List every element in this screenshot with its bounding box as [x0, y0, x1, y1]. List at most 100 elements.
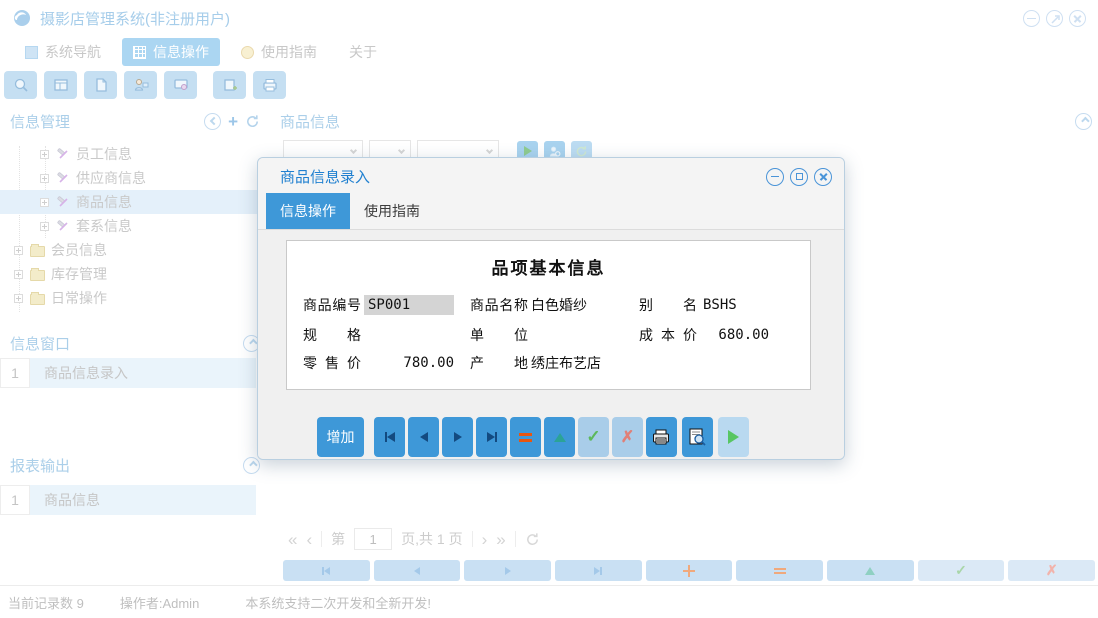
- prev-record-button[interactable]: [374, 560, 461, 581]
- first-page-icon[interactable]: «: [288, 531, 297, 548]
- menu-about[interactable]: 关于: [338, 38, 388, 66]
- confirm-button[interactable]: ✓: [578, 417, 609, 457]
- page-input[interactable]: [354, 528, 392, 550]
- person-network-button[interactable]: [124, 71, 157, 99]
- collapse-up-icon[interactable]: [243, 457, 260, 474]
- add-node-icon[interactable]: +: [228, 113, 238, 130]
- tree-label: 会员信息: [51, 240, 107, 260]
- refresh-icon[interactable]: [245, 114, 260, 129]
- document-add-button[interactable]: [213, 71, 246, 99]
- dialog-tab-bar: 信息操作 使用指南: [258, 195, 844, 230]
- row-label: 商品信息: [30, 485, 256, 515]
- alias-field[interactable]: BSHS: [703, 297, 769, 313]
- expand-icon[interactable]: [40, 150, 49, 159]
- prev-record-button[interactable]: [408, 417, 439, 457]
- expand-icon[interactable]: [14, 246, 23, 255]
- title-bar: 摄影店管理系统(非注册用户): [0, 0, 1098, 36]
- collapse-up-icon[interactable]: [1075, 113, 1092, 130]
- next-record-icon: [505, 567, 511, 575]
- pagination-bar: « ‹ 第 页,共 1 页 › »: [288, 528, 540, 550]
- info-tree: 员工信息 供应商信息 商品信息 套系信息 会员信息 库存管理: [0, 142, 270, 310]
- prev-record-icon: [414, 567, 420, 575]
- edit-icon: [865, 567, 875, 575]
- next-record-button[interactable]: [464, 560, 551, 581]
- edit-record-button[interactable]: [544, 417, 575, 457]
- tab-user-guide[interactable]: 使用指南: [350, 193, 434, 229]
- menu-bar: 系统导航 信息操作 使用指南 关于: [14, 38, 388, 66]
- prev-page-icon[interactable]: ‹: [306, 531, 312, 548]
- tree-item-daily-operations[interactable]: 日常操作: [0, 286, 270, 310]
- record-nav-toolbar: ✓ ✗: [283, 560, 1095, 581]
- window-close-icon[interactable]: [1069, 10, 1086, 27]
- dialog-close-icon[interactable]: [814, 168, 832, 186]
- tree-item-inventory-mgmt[interactable]: 库存管理: [0, 262, 270, 286]
- tree-item-employee-info[interactable]: 员工信息: [0, 142, 270, 166]
- print-preview-button[interactable]: [682, 417, 713, 457]
- tree-item-member-info[interactable]: 会员信息: [0, 238, 270, 262]
- section-title: 信息窗口: [10, 333, 70, 354]
- document-button[interactable]: [84, 71, 117, 99]
- product-name-field[interactable]: 白色婚纱: [531, 295, 635, 315]
- menu-info-operations[interactable]: 信息操作: [122, 38, 220, 66]
- system-note: 本系统支持二次开发和全新开发!: [245, 593, 431, 612]
- dialog-minimize-icon[interactable]: [766, 168, 784, 186]
- expand-icon[interactable]: [40, 198, 49, 207]
- remove-record-button[interactable]: [510, 417, 541, 457]
- tool-icon: [56, 147, 70, 161]
- folder-icon: [30, 268, 45, 281]
- tree-label: 日常操作: [51, 288, 107, 308]
- expand-icon[interactable]: [14, 270, 23, 279]
- confirm-icon: ✓: [586, 427, 600, 447]
- monitor-button[interactable]: [164, 71, 197, 99]
- next-page-icon[interactable]: ›: [482, 531, 488, 548]
- next-record-button[interactable]: [442, 417, 473, 457]
- collapse-left-icon[interactable]: [204, 113, 221, 130]
- confirm-button[interactable]: ✓: [918, 560, 1005, 581]
- run-button[interactable]: [718, 417, 749, 457]
- field-label-cost-price: 成本价: [639, 325, 697, 345]
- refresh-page-icon[interactable]: [525, 532, 540, 547]
- panel-title: 商品信息: [280, 111, 340, 132]
- window-maximize-icon[interactable]: [1046, 10, 1063, 27]
- product-no-field[interactable]: SP001: [364, 295, 454, 315]
- table-view-button[interactable]: [44, 71, 77, 99]
- row-number: 1: [0, 358, 30, 388]
- expand-icon[interactable]: [40, 222, 49, 231]
- info-window-row[interactable]: 1 商品信息录入: [0, 358, 256, 388]
- tool-icon: [56, 195, 70, 209]
- tab-info-operations[interactable]: 信息操作: [266, 193, 350, 229]
- tree-item-package-info[interactable]: 套系信息: [0, 214, 270, 238]
- window-minimize-icon[interactable]: [1023, 10, 1040, 27]
- tree-item-supplier-info[interactable]: 供应商信息: [0, 166, 270, 190]
- product-entry-dialog: 商品信息录入 信息操作 使用指南 品项基本信息 商品编号 SP001 商品名称 …: [257, 157, 845, 460]
- printer-button[interactable]: [253, 71, 286, 99]
- origin-field[interactable]: 绣庄布艺店: [531, 353, 635, 373]
- dialog-maximize-icon[interactable]: [790, 168, 808, 186]
- menu-system-nav[interactable]: 系统导航: [14, 38, 112, 66]
- menu-user-guide[interactable]: 使用指南: [230, 38, 328, 66]
- section-title: 信息管理: [10, 111, 70, 132]
- last-record-button[interactable]: [476, 417, 507, 457]
- tree-item-product-info[interactable]: 商品信息: [0, 190, 270, 214]
- product-info-panel-header: 商品信息: [280, 106, 1092, 136]
- first-record-button[interactable]: [283, 560, 370, 581]
- remove-record-button[interactable]: [736, 560, 823, 581]
- last-record-button[interactable]: [555, 560, 642, 581]
- cost-price-field[interactable]: 680.00: [703, 327, 769, 343]
- edit-record-button[interactable]: [827, 560, 914, 581]
- report-output-row[interactable]: 1 商品信息: [0, 485, 256, 515]
- printer-icon: [262, 77, 278, 93]
- expand-icon[interactable]: [40, 174, 49, 183]
- add-button[interactable]: 增加: [317, 417, 364, 457]
- cancel-button[interactable]: ✗: [1008, 560, 1095, 581]
- print-button[interactable]: [646, 417, 677, 457]
- cancel-button[interactable]: ✗: [612, 417, 643, 457]
- next-record-icon: [454, 432, 462, 442]
- add-record-button[interactable]: [646, 560, 733, 581]
- last-page-icon[interactable]: »: [496, 531, 505, 548]
- expand-icon[interactable]: [14, 294, 23, 303]
- search-button[interactable]: [4, 71, 37, 99]
- first-record-button[interactable]: [374, 417, 405, 457]
- dialog-title-bar[interactable]: 商品信息录入: [258, 158, 844, 195]
- retail-price-field[interactable]: 780.00: [364, 355, 454, 371]
